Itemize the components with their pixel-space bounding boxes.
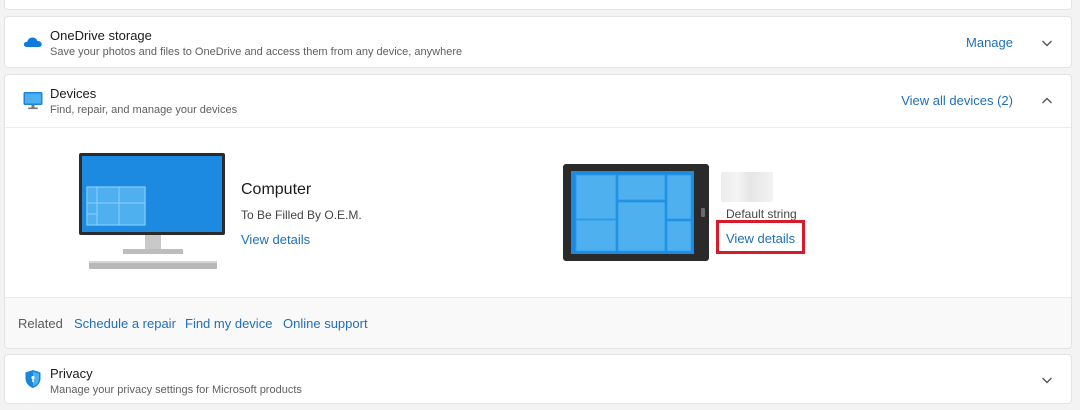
previous-section-card <box>4 0 1072 10</box>
privacy-header[interactable]: Privacy Manage your privacy settings for… <box>5 355 1071 407</box>
tablet-icon <box>563 164 709 261</box>
chevron-down-icon[interactable] <box>1039 372 1055 388</box>
chevron-down-icon[interactable] <box>1039 35 1055 51</box>
device-model-computer: To Be Filled By O.E.M. <box>241 208 362 222</box>
manage-link[interactable]: Manage <box>966 35 1013 50</box>
online-support-link[interactable]: Online support <box>283 316 368 331</box>
desktop-computer-icon <box>79 153 225 269</box>
related-bar: Related Schedule a repair Find my device… <box>5 297 1071 348</box>
schedule-repair-link[interactable]: Schedule a repair <box>74 316 176 331</box>
devices-header[interactable]: Devices Find, repair, and manage your de… <box>5 75 1071 128</box>
device-model-tablet: Default string <box>726 207 797 221</box>
privacy-subtitle: Manage your privacy settings for Microso… <box>50 384 302 396</box>
privacy-title: Privacy <box>50 366 93 381</box>
devices-card: Devices Find, repair, and manage your de… <box>4 74 1072 349</box>
monitor-icon <box>23 92 43 110</box>
privacy-card[interactable]: Privacy Manage your privacy settings for… <box>4 354 1072 404</box>
view-all-devices-link[interactable]: View all devices (2) <box>901 93 1013 108</box>
devices-title: Devices <box>50 86 97 101</box>
onedrive-storage-card[interactable]: OneDrive storage Save your photos and fi… <box>4 16 1072 68</box>
view-details-computer-link[interactable]: View details <box>241 232 310 247</box>
shield-icon <box>25 370 41 388</box>
related-label: Related <box>18 316 63 331</box>
chevron-up-icon[interactable] <box>1039 93 1055 109</box>
device-list: Computer To Be Filled By O.E.M. View det… <box>5 127 1071 299</box>
cloud-icon <box>23 37 42 47</box>
highlight-annotation-box <box>716 220 805 254</box>
device-name-redacted <box>721 172 773 202</box>
onedrive-subtitle: Save your photos and files to OneDrive a… <box>50 46 463 58</box>
find-my-device-link[interactable]: Find my device <box>185 316 272 331</box>
onedrive-title: OneDrive storage <box>50 28 152 43</box>
device-name-computer: Computer <box>241 181 312 198</box>
onedrive-header[interactable]: OneDrive storage Save your photos and fi… <box>5 17 1071 69</box>
devices-subtitle: Find, repair, and manage your devices <box>50 104 238 116</box>
